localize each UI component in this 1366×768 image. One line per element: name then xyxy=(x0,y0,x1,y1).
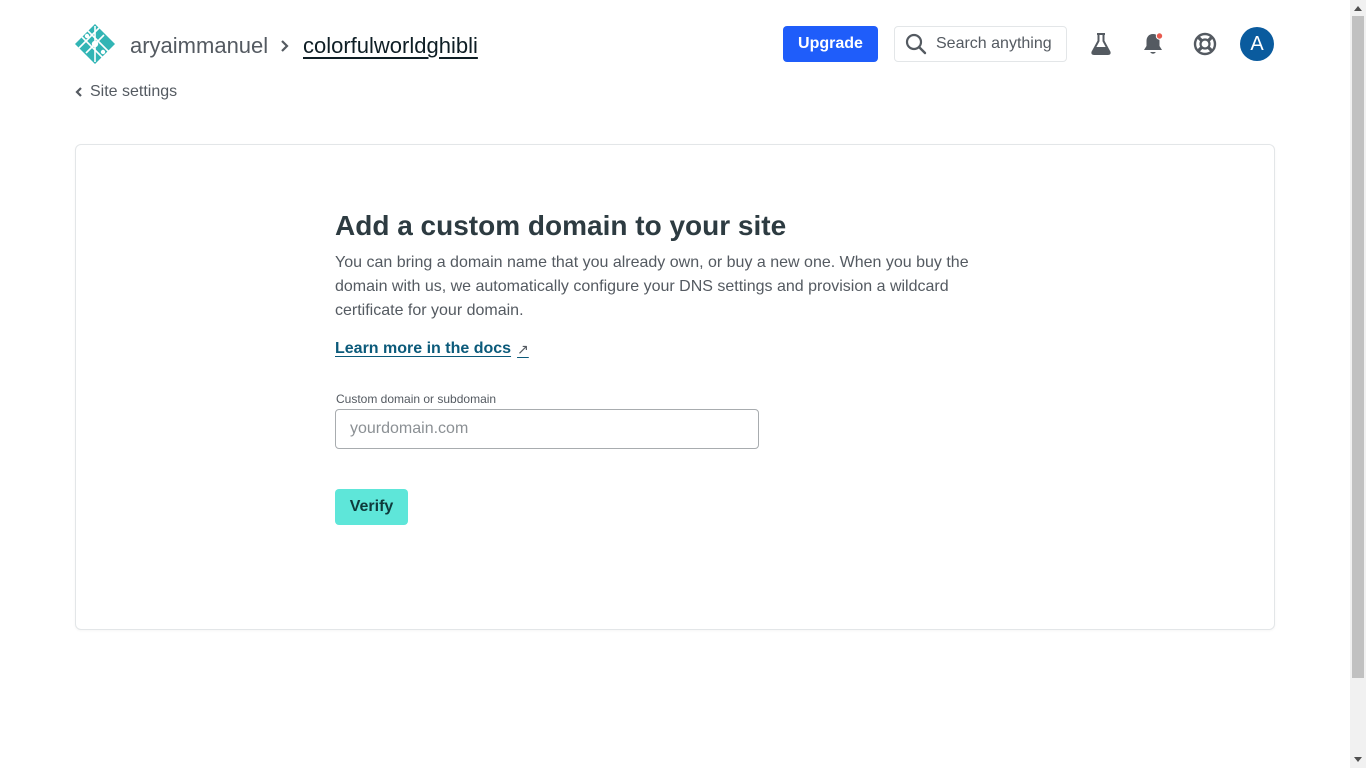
learn-more-docs-link[interactable]: Learn more in the docs ↗ xyxy=(335,340,529,358)
verify-button[interactable]: Verify xyxy=(335,489,408,525)
docs-link-label: Learn more in the docs xyxy=(335,340,512,357)
breadcrumb-team-link[interactable]: aryaimmanuel xyxy=(130,32,268,60)
domain-field-label: Custom domain or subdomain xyxy=(336,392,497,406)
card-description: You can bring a domain name that you alr… xyxy=(335,254,969,319)
page-scrollbar[interactable] xyxy=(1350,0,1366,768)
flask-icon xyxy=(1091,33,1111,55)
labs-button[interactable] xyxy=(1088,30,1114,58)
top-header: aryaimmanuel colorfulworldghibli Upgrade… xyxy=(0,0,1350,88)
back-link-label: Site settings xyxy=(90,83,178,100)
upgrade-button[interactable]: Upgrade xyxy=(783,26,878,62)
bell-icon xyxy=(1144,32,1164,54)
support-button[interactable] xyxy=(1192,30,1218,58)
breadcrumb-site-link[interactable]: colorfulworldghibli xyxy=(303,32,478,60)
custom-domain-input[interactable] xyxy=(335,409,759,449)
search-icon xyxy=(905,33,927,55)
scrollbar-thumb[interactable] xyxy=(1352,16,1364,678)
user-avatar[interactable]: A xyxy=(1240,27,1274,61)
lifebuoy-icon xyxy=(1193,32,1217,56)
search-button[interactable]: Search anything xyxy=(894,26,1067,62)
chevron-left-icon xyxy=(75,87,82,97)
netlify-logo-icon[interactable] xyxy=(74,23,116,65)
custom-domain-card: Add a custom domain to your site You can… xyxy=(75,144,1275,630)
search-placeholder: Search anything xyxy=(936,35,1052,52)
external-link-icon: ↗ xyxy=(517,340,529,357)
card-title: Add a custom domain to your site xyxy=(335,210,787,241)
scroll-up-arrow-icon[interactable] xyxy=(1354,6,1362,11)
back-to-site-settings-link[interactable]: Site settings xyxy=(74,82,177,102)
notifications-button[interactable] xyxy=(1140,30,1166,58)
chevron-right-icon xyxy=(281,40,289,52)
scroll-down-arrow-icon[interactable] xyxy=(1354,757,1362,762)
